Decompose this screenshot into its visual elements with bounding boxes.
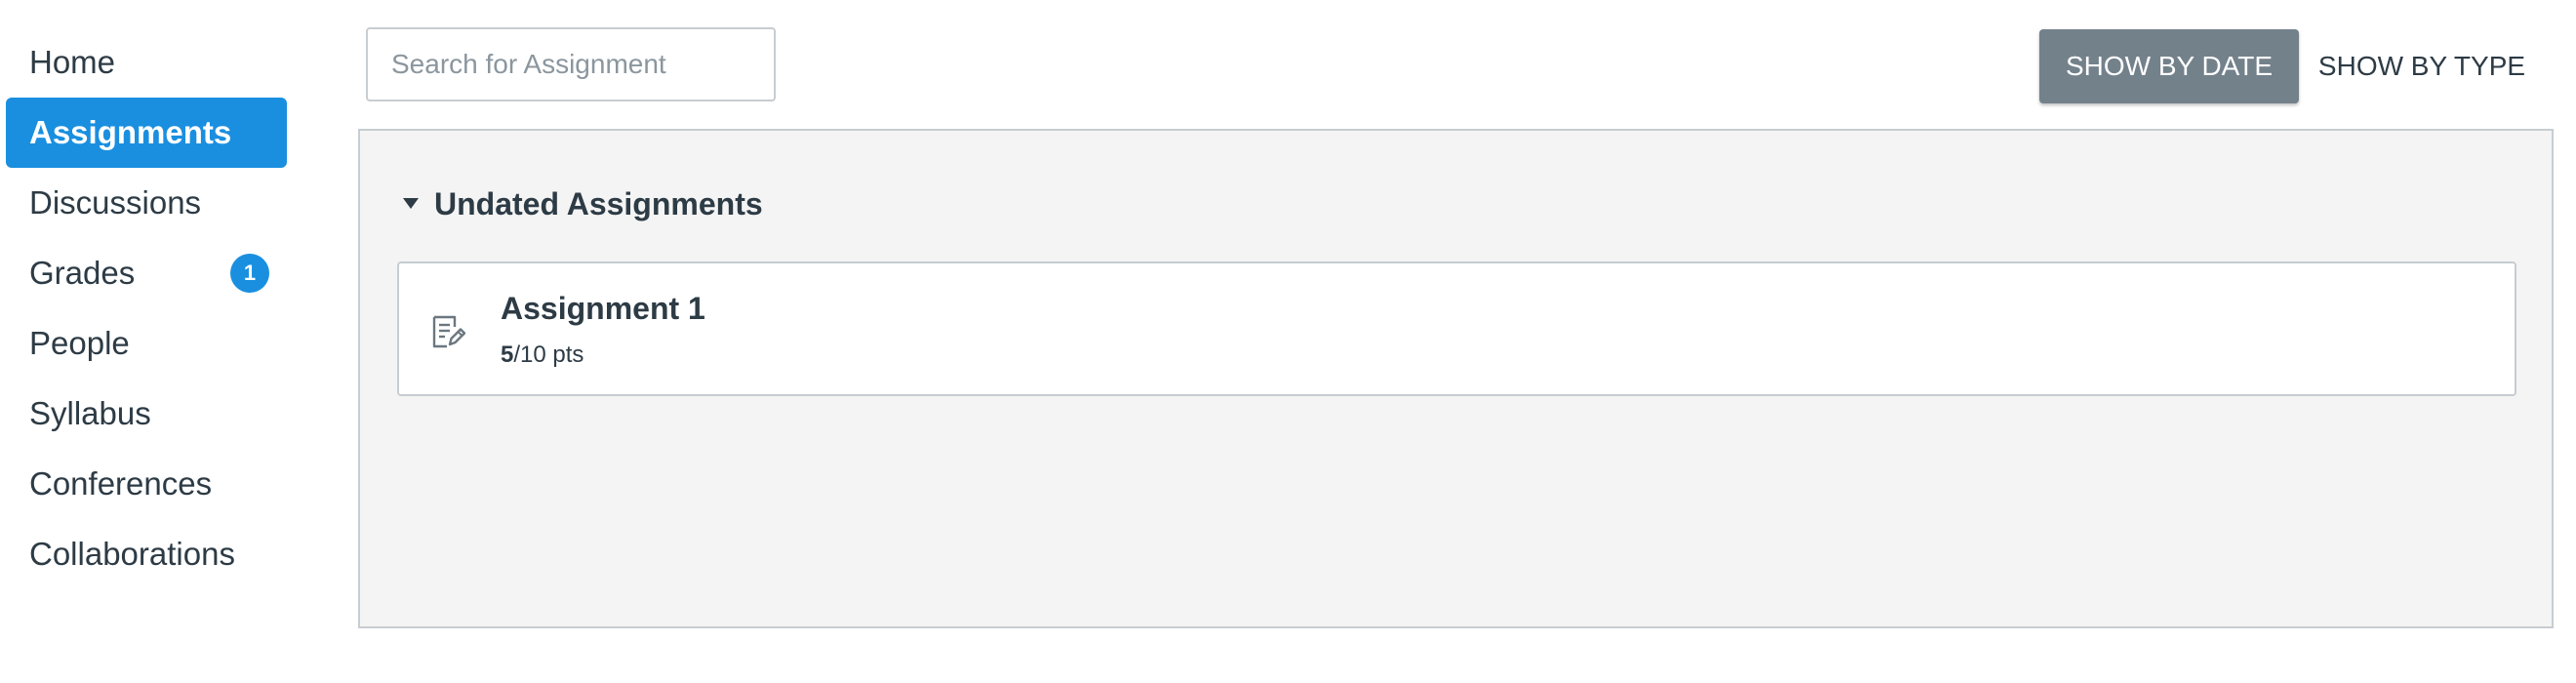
nav-item-grades-label: Grades — [29, 255, 136, 291]
course-navigation: Home Assignments Discussions Grades 1 Pe… — [0, 0, 302, 683]
nav-item-home[interactable]: Home — [6, 27, 287, 98]
grades-count-badge: 1 — [230, 254, 269, 293]
assignment-points-possible: /10 pts — [513, 342, 584, 368]
nav-item-people[interactable]: People — [6, 308, 287, 379]
show-by-date-button[interactable]: SHOW BY DATE — [2039, 29, 2299, 103]
assignment-icon — [432, 315, 466, 348]
assignment-score: 5/10 pts — [501, 342, 584, 369]
group-title: Undated Assignments — [434, 186, 763, 221]
nav-item-conferences[interactable]: Conferences — [6, 449, 287, 519]
nav-item-discussions[interactable]: Discussions — [6, 168, 287, 238]
assignment-title-link[interactable]: Assignment 1 — [501, 291, 705, 327]
caret-down-icon — [403, 198, 419, 210]
assignment-group-panel: Undated Assignments Assignment 1 5/10 pt… — [358, 129, 2554, 628]
nav-item-grades[interactable]: Grades 1 — [6, 238, 287, 308]
search-assignment-input[interactable] — [366, 27, 776, 101]
nav-item-assignments[interactable]: Assignments — [6, 98, 287, 168]
assignment-score-value: 5 — [501, 342, 514, 368]
undated-assignments-toggle[interactable]: Undated Assignments — [403, 180, 763, 228]
nav-item-syllabus[interactable]: Syllabus — [6, 379, 287, 449]
show-by-type-button[interactable]: SHOW BY TYPE — [2314, 29, 2529, 103]
nav-item-collaborations[interactable]: Collaborations — [6, 519, 287, 589]
assignment-row[interactable]: Assignment 1 5/10 pts — [397, 261, 2516, 396]
